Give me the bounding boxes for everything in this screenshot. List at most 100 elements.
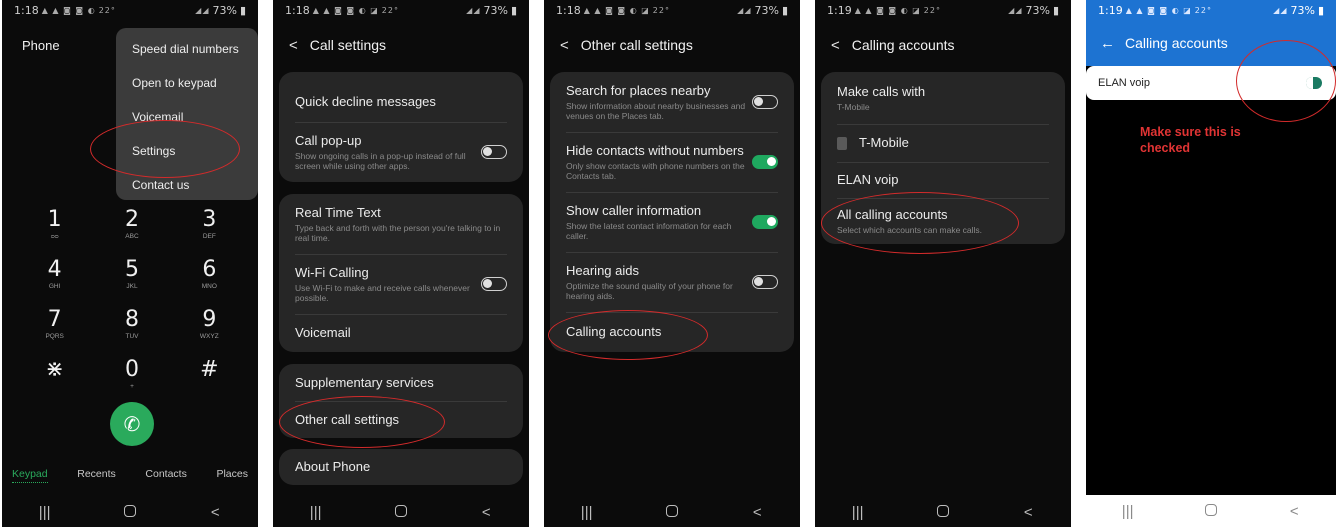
tab-contacts[interactable]: Contacts [145, 468, 186, 483]
key-letters: MNO [201, 283, 217, 290]
key-3[interactable]: 3 DEF [171, 200, 248, 250]
menu-item-open-keypad[interactable]: Open to keypad [116, 66, 258, 100]
row-wifi-calling[interactable]: Wi-Fi Calling Use Wi-Fi to make and recei… [279, 254, 523, 314]
key-1[interactable]: 1 ᴑᴑ [16, 200, 93, 250]
row-calling-accounts[interactable]: Calling accounts [550, 312, 794, 352]
key-star[interactable]: ⋇ [16, 350, 93, 400]
row-hide-contacts[interactable]: Hide contacts without numbers Only show c… [550, 132, 794, 192]
row-caller-info[interactable]: Show caller information Show the latest c… [550, 192, 794, 252]
header: < Calling accounts [831, 34, 1061, 56]
row-hearing-aids[interactable]: Hearing aids Optimize the sound quality o… [550, 252, 794, 312]
status-bar: 1:18 ▲ ▲ ◙ ◙ ◐ 22° ◢◢ 73% ▮ [2, 0, 258, 20]
tab-places[interactable]: Places [216, 468, 248, 483]
tab-keypad[interactable]: Keypad [12, 468, 48, 483]
status-time: 1:18 [556, 3, 581, 17]
phone-screen-calling-accounts-app: 1:19 ▲ ▲ ◙ ◙ ◐ ◪ 22° ◢◢ 73% ▮ ← Calling acco… [1086, 0, 1336, 527]
key-4[interactable]: 4 GHI [16, 250, 93, 300]
row-title: ELAN voip [1098, 77, 1150, 89]
row-all-calling-accounts[interactable]: All calling accounts Select which account… [821, 198, 1065, 244]
search-places-toggle[interactable] [752, 95, 778, 109]
key-5[interactable]: 5 JKL [93, 250, 170, 300]
recents-icon[interactable]: ||| [296, 504, 336, 521]
back-arrow-icon[interactable]: < [560, 37, 569, 54]
row-real-time-text[interactable]: Real Time Text Type back and forth with t… [279, 194, 523, 254]
settings-card: Make calls with T-Mobile T-Mobile ELAN vo… [821, 72, 1065, 244]
status-temp: 22° [652, 5, 670, 15]
row-elan-voip[interactable]: ELAN voip [821, 162, 1065, 198]
battery-level: 73% [1025, 3, 1050, 17]
hearing-aids-toggle[interactable] [752, 275, 778, 289]
key-letters: + [130, 383, 134, 390]
row-make-calls-with[interactable]: Make calls with T-Mobile [821, 72, 1065, 124]
row-voicemail[interactable]: Voicemail [279, 314, 523, 352]
call-popup-toggle[interactable] [481, 145, 507, 159]
row-title: T-Mobile [859, 135, 909, 150]
row-title: Calling accounts [566, 324, 662, 339]
battery-icon: ▮ [239, 3, 246, 17]
back-arrow-icon[interactable]: < [831, 37, 840, 54]
key-letters: ABC [125, 233, 139, 240]
key-2[interactable]: 2 ABC [93, 200, 170, 250]
tab-recents[interactable]: Recents [77, 468, 116, 483]
recents-icon[interactable]: ||| [838, 504, 878, 521]
back-icon[interactable]: < [466, 504, 506, 521]
back-icon[interactable]: < [737, 504, 777, 521]
row-search-places[interactable]: Search for places nearby Show information… [550, 72, 794, 132]
menu-item-voicemail[interactable]: Voicemail [116, 100, 258, 134]
key-0[interactable]: 0 + [93, 350, 170, 400]
caller-info-toggle[interactable] [752, 215, 778, 229]
row-title: Voicemail [295, 325, 351, 340]
recents-icon[interactable]: ||| [1108, 503, 1148, 520]
home-icon[interactable] [923, 504, 963, 521]
row-elan-voip[interactable]: ELAN voip [1086, 66, 1336, 100]
call-button[interactable]: ✆ [110, 402, 154, 446]
back-arrow-icon[interactable]: ← [1100, 35, 1115, 52]
key-digit: 3 [202, 207, 217, 232]
home-icon[interactable] [652, 504, 692, 521]
key-8[interactable]: 8 TUV [93, 300, 170, 350]
menu-item-speed-dial[interactable]: Speed dial numbers [116, 32, 258, 66]
hide-contacts-toggle[interactable] [752, 155, 778, 169]
key-9[interactable]: 9 WXYZ [171, 300, 248, 350]
home-icon[interactable] [110, 504, 150, 521]
row-supplementary-services[interactable]: Supplementary services [279, 364, 523, 401]
key-digit: 5 [124, 257, 139, 282]
row-subtitle: Show information about nearby businesses… [566, 101, 746, 121]
back-icon[interactable]: < [1274, 503, 1314, 520]
row-tmobile[interactable]: T-Mobile [821, 124, 1065, 162]
row-title: Quick decline messages [295, 94, 436, 109]
signal-icon: ◢◢ [1273, 5, 1288, 15]
recents-icon[interactable]: ||| [25, 504, 65, 521]
system-nav-bar: ||| < [544, 497, 800, 527]
key-7[interactable]: 7 PQRS [16, 300, 93, 350]
row-title: Supplementary services [295, 374, 434, 390]
menu-item-settings[interactable]: Settings [116, 134, 258, 168]
back-icon[interactable]: < [195, 504, 235, 521]
asterisk-icon: ⋇ [45, 357, 64, 382]
battery-icon: ▮ [1317, 3, 1324, 17]
key-digit: 9 [202, 307, 217, 332]
status-temp: 22° [1194, 5, 1212, 15]
elan-voip-toggle[interactable] [1306, 77, 1322, 89]
row-about-phone[interactable]: About Phone [279, 449, 523, 485]
row-quick-decline[interactable]: Quick decline messages [279, 72, 523, 122]
recents-icon[interactable]: ||| [567, 504, 607, 521]
key-6[interactable]: 6 MNO [171, 250, 248, 300]
home-icon[interactable] [381, 504, 421, 521]
home-icon[interactable] [1191, 503, 1231, 520]
status-time: 1:19 [1098, 3, 1123, 17]
back-arrow-icon[interactable]: < [289, 37, 298, 54]
row-subtitle: Optimize the sound quality of your phone… [566, 281, 733, 301]
row-other-call-settings[interactable]: Other call settings [279, 401, 523, 438]
status-time: 1:18 [14, 3, 39, 17]
menu-item-contact-us[interactable]: Contact us [116, 168, 258, 202]
voicemail-icon: ᴑᴑ [50, 233, 59, 240]
row-subtitle: Only show contacts with phone numbers on… [566, 161, 745, 181]
wifi-calling-toggle[interactable] [481, 277, 507, 291]
row-call-popup[interactable]: Call pop-up Show ongoing calls in a pop-u… [279, 122, 523, 182]
row-title: All calling accounts [837, 207, 948, 222]
row-title: Search for places nearby [566, 83, 711, 98]
key-digit: 7 [47, 307, 62, 332]
key-hash[interactable]: # [171, 350, 248, 400]
back-icon[interactable]: < [1008, 504, 1048, 521]
